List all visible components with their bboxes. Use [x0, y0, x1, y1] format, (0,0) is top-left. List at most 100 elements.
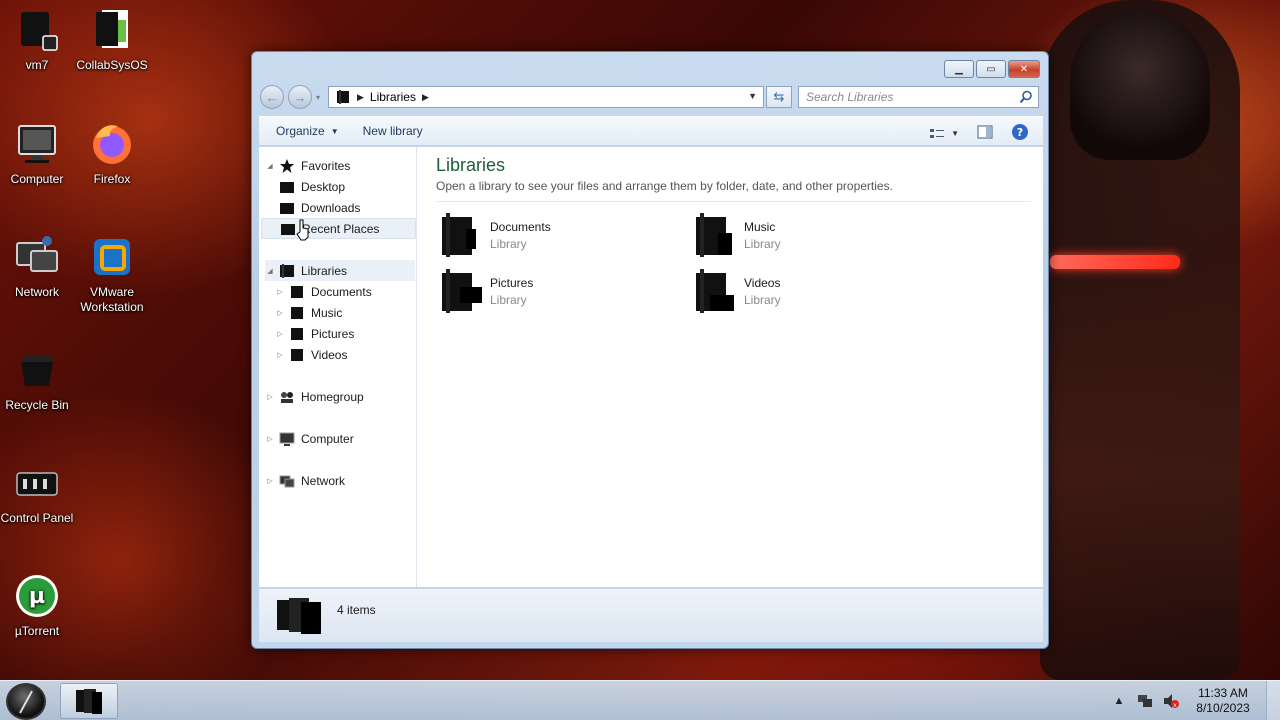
vmware-icon [88, 233, 136, 281]
control-panel-icon [13, 459, 61, 507]
videos-library-icon [696, 269, 734, 313]
nav-libraries[interactable]: ◢ Libraries [265, 260, 415, 281]
help-icon: ? [1012, 124, 1028, 140]
search-input[interactable]: Search Libraries [798, 86, 1039, 108]
system-tray: ▲ x 11:33 AM 8/10/2023 [1110, 681, 1280, 720]
nav-pictures[interactable]: ▷ Pictures [275, 323, 354, 344]
collapse-arrow-icon[interactable]: ▷ [275, 351, 285, 359]
preview-pane-button[interactable] [977, 125, 993, 142]
minimize-button[interactable]: ▁ [944, 60, 974, 78]
desktop-icon-computer[interactable]: Computer [0, 120, 76, 187]
collapse-arrow-icon[interactable]: ▷ [275, 309, 285, 317]
desktop-icon-label: Network [14, 285, 59, 299]
music-library-icon [696, 213, 732, 257]
help-button[interactable]: ? [1011, 123, 1029, 144]
show-hidden-icons-button[interactable]: ▲ [1110, 692, 1128, 710]
refresh-button[interactable]: ⇆ [766, 86, 792, 108]
collapse-arrow-icon[interactable]: ▷ [265, 435, 275, 443]
desktop-icon-vm7[interactable]: vm7 [0, 6, 76, 73]
network-tray-icon[interactable] [1136, 692, 1154, 710]
desktop-icon-label: Firefox [93, 172, 131, 186]
nav-recent-places[interactable]: Recent Places [261, 218, 416, 239]
recent-pages-dropdown[interactable]: ▾ [316, 93, 326, 102]
address-bar[interactable]: ▶ Libraries ▶ ▼ [328, 86, 764, 108]
computer-icon [13, 120, 61, 168]
nav-documents[interactable]: ▷ Documents [275, 281, 371, 302]
library-item-music[interactable]: Music Library [690, 209, 920, 261]
star-icon [280, 158, 294, 173]
pictures-library-icon [442, 269, 482, 313]
navigation-pane[interactable]: ◢ Favorites Desktop Downloads Recent Pla… [259, 147, 417, 587]
start-button[interactable] [6, 683, 46, 720]
taskbar: ▲ x 11:33 AM 8/10/2023 [0, 680, 1280, 720]
nav-homegroup[interactable]: ▷ Homegroup [265, 386, 363, 407]
collapse-arrow-icon[interactable]: ▷ [265, 477, 275, 485]
libraries-icon [337, 90, 349, 104]
nav-downloads[interactable]: Downloads [275, 197, 360, 218]
desktop-icon-firefox[interactable]: Firefox [73, 120, 151, 187]
breadcrumb-arrow-icon[interactable]: ▶ [357, 92, 364, 103]
nav-videos[interactable]: ▷ Videos [275, 344, 347, 365]
change-view-button[interactable]: ▼ [929, 127, 959, 141]
vm-icon [13, 6, 61, 54]
collapse-arrow-icon[interactable]: ▷ [275, 288, 285, 296]
search-icon[interactable] [1019, 90, 1033, 107]
organize-label: Organize [276, 124, 325, 138]
show-desktop-button[interactable] [1266, 681, 1280, 720]
collapse-arrow-icon[interactable]: ▷ [275, 330, 285, 338]
clock-date: 8/10/2023 [1196, 701, 1250, 715]
navigation-bar: ← → ▾ ▶ Libraries ▶ ▼ ⇆ Search Libraries [260, 84, 1040, 110]
desktop-icon-utorrent[interactable]: µ µTorrent [0, 572, 76, 639]
library-item-videos[interactable]: Videos Library [690, 265, 920, 317]
taskbar-explorer-button[interactable] [60, 683, 118, 719]
hand-cursor-icon [296, 219, 309, 241]
window-controls: ▁ ▭ ✕ [944, 60, 1040, 78]
expand-arrow-icon[interactable]: ◢ [265, 162, 275, 170]
new-library-button[interactable]: New library [363, 124, 423, 138]
close-button[interactable]: ✕ [1008, 60, 1040, 78]
documents-library-icon [442, 213, 476, 257]
back-button[interactable]: ← [260, 85, 284, 109]
volume-muted-icon[interactable]: x [1162, 692, 1180, 710]
desktop-icon-label: Computer [10, 172, 64, 186]
address-dropdown-icon[interactable]: ▼ [748, 91, 757, 101]
nav-desktop[interactable]: Desktop [275, 176, 345, 197]
organize-button[interactable]: Organize ▼ [276, 124, 339, 138]
desktop-icon-network[interactable]: Network [0, 233, 76, 300]
desktop-folder-icon [280, 181, 294, 193]
network-icon [13, 233, 61, 281]
new-library-label: New library [362, 124, 423, 138]
library-item-documents[interactable]: Documents Library [436, 209, 666, 261]
expand-arrow-icon[interactable]: ◢ [265, 267, 275, 275]
desktop-icon-control-panel[interactable]: Control Panel [0, 459, 76, 526]
back-arrow-icon: ← [265, 89, 279, 105]
nav-videos-label: Videos [311, 347, 348, 362]
documents-icon [291, 285, 303, 298]
page-title: Libraries [436, 155, 506, 175]
breadcrumb-arrow-icon[interactable]: ▶ [422, 92, 429, 103]
explorer-window[interactable]: ▁ ▭ ✕ ← → ▾ ▶ Libraries ▶ ▼ ⇆ Search Lib… [251, 51, 1049, 649]
clock[interactable]: 11:33 AM 8/10/2023 [1188, 686, 1258, 716]
recycle-bin-icon [13, 346, 61, 394]
nav-favorites[interactable]: ◢ Favorites [265, 155, 350, 176]
forward-button[interactable]: → [288, 85, 312, 109]
document-icon [88, 6, 136, 54]
breadcrumb-libraries[interactable]: Libraries [370, 90, 416, 104]
nav-network-label: Network [301, 473, 346, 488]
desktop-icon-collabsysos[interactable]: CollabSysOS [73, 6, 151, 73]
main-pane[interactable]: Libraries Open a library to see your fil… [418, 147, 1043, 587]
preview-pane-icon [977, 125, 993, 139]
forward-arrow-icon: → [293, 89, 307, 105]
nav-desktop-label: Desktop [301, 179, 346, 194]
collapse-arrow-icon[interactable]: ▷ [265, 393, 275, 401]
nav-computer[interactable]: ▷ Computer [265, 428, 354, 449]
recent-places-icon [281, 223, 295, 235]
desktop-icon-recycle-bin[interactable]: Recycle Bin [0, 346, 76, 413]
library-item-pictures[interactable]: Pictures Library [436, 265, 666, 317]
nav-music[interactable]: ▷ Music [275, 302, 342, 323]
desktop-icon-vmware[interactable]: VMware Workstation [73, 233, 151, 315]
content-area: ◢ Favorites Desktop Downloads Recent Pla… [259, 147, 1043, 587]
desktop-icon-label: vm7 [25, 58, 49, 72]
nav-network[interactable]: ▷ Network [265, 470, 345, 491]
maximize-button[interactable]: ▭ [976, 60, 1006, 78]
